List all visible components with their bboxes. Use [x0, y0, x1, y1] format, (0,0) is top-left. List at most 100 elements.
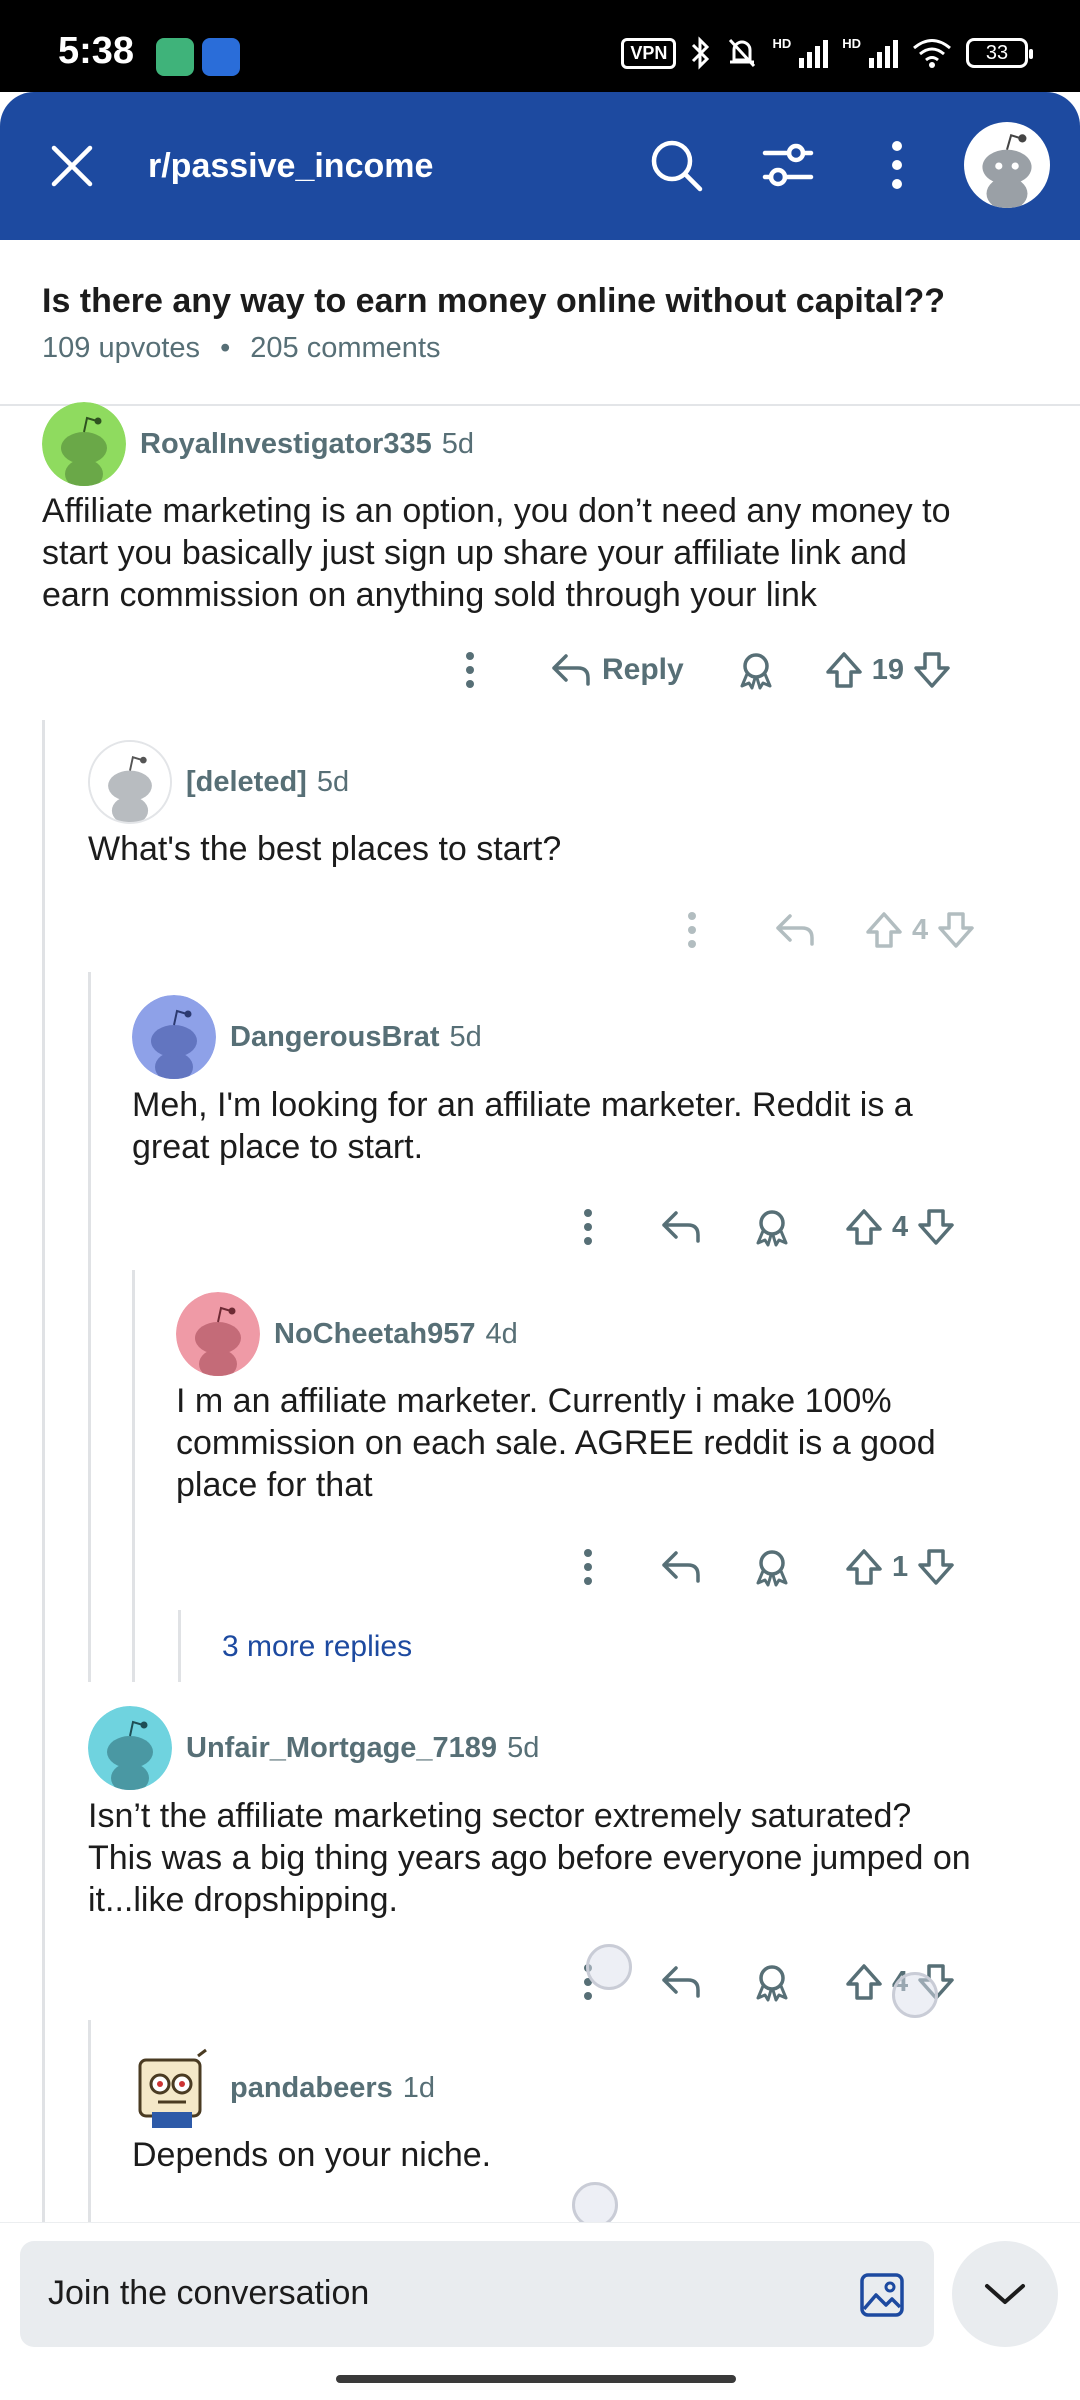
downvote-button[interactable] — [916, 1207, 956, 1247]
vote-count: 4 — [912, 913, 929, 946]
comment-username[interactable]: Unfair_Mortgage_7189 — [186, 1732, 497, 1765]
more-options-button[interactable] — [672, 910, 712, 950]
upvote-button[interactable] — [844, 1962, 884, 2002]
more-options-button[interactable] — [568, 1207, 608, 1247]
vpn-icon: VPN — [621, 37, 677, 69]
close-button[interactable] — [44, 138, 100, 194]
award-icon — [756, 1965, 788, 2002]
comment-line: great place to start. — [132, 1128, 424, 1166]
award-button[interactable] — [752, 1207, 792, 1247]
award-icon — [740, 653, 772, 690]
downvote-button[interactable] — [912, 650, 952, 690]
comment-age: 5d — [316, 765, 350, 798]
status-icons: VPN HD HD 33 — [621, 36, 1033, 70]
comment-input-placeholder: Join the conversation — [48, 2274, 370, 2312]
reply-button[interactable] — [660, 1209, 702, 1245]
comment-line: it...like dropshipping. — [88, 1881, 398, 1919]
user-avatar-button[interactable] — [964, 122, 1050, 208]
collapse-button[interactable] — [952, 2241, 1058, 2347]
signal-icon — [869, 38, 898, 68]
thread-line — [132, 1270, 135, 1682]
upvote-count: 109 upvotes — [42, 332, 201, 364]
search-icon — [651, 140, 703, 192]
comment-username[interactable]: RoyalInvestigator335 — [140, 428, 432, 461]
comment-username[interactable]: [deleted] — [186, 766, 307, 799]
signal-icon — [799, 38, 829, 68]
more-replies-link[interactable]: 3 more replies — [222, 1630, 412, 1664]
avatar[interactable] — [176, 1292, 260, 1376]
attach-image-button[interactable] — [858, 2271, 906, 2319]
avatar[interactable] — [132, 2046, 216, 2130]
comment-line: Affiliate marketing is an option, you do… — [42, 492, 951, 530]
reply-button[interactable] — [774, 912, 816, 948]
reply-label: Reply — [602, 653, 684, 686]
comment-header: pandabeers 1d — [132, 2046, 435, 2130]
comment-actions: 4 — [672, 910, 976, 950]
downvote-icon — [918, 1549, 954, 1585]
avatar[interactable] — [42, 402, 126, 486]
reply-icon — [776, 914, 814, 946]
reply-button[interactable] — [660, 1964, 702, 2000]
thread-line — [88, 2020, 91, 2222]
avatar-icon — [42, 402, 126, 486]
avatar[interactable] — [132, 995, 216, 1079]
chevron-down-icon — [985, 2284, 1025, 2304]
comment-line: commission on each sale. AGREE reddit is… — [176, 1424, 936, 1462]
award-button[interactable] — [736, 650, 776, 690]
reply-icon — [552, 654, 590, 686]
comment-username[interactable]: DangerousBrat — [230, 1021, 440, 1054]
comment-line: Depends on your niche. — [132, 2136, 492, 2174]
search-button[interactable] — [643, 132, 709, 198]
downvote-icon — [914, 652, 950, 688]
home-indicator[interactable] — [336, 2375, 736, 2383]
downvote-icon — [918, 1209, 954, 1245]
reply-button[interactable] — [660, 1549, 702, 1585]
thread-line — [178, 1610, 181, 1682]
close-icon — [51, 145, 93, 187]
avatar[interactable] — [88, 1706, 172, 1790]
comment-age: 5d — [449, 1020, 482, 1053]
upvote-button[interactable] — [844, 1547, 884, 1587]
comment-username[interactable]: NoCheetah957 — [274, 1318, 475, 1351]
comment-body: Meh, I'm looking for an affiliate market… — [132, 1084, 913, 1168]
downvote-button[interactable] — [936, 910, 976, 950]
more-vertical-icon — [584, 1549, 592, 1585]
avatar[interactable] — [88, 740, 172, 824]
bluetooth-icon — [692, 36, 710, 70]
comment-username[interactable]: pandabeers — [230, 2072, 393, 2105]
vote-count: 19 — [871, 653, 904, 686]
mute-bell-icon — [729, 38, 756, 68]
comment-age: 1d — [402, 2071, 436, 2104]
avatar-icon — [132, 995, 216, 1079]
comment-age: 4d — [485, 1317, 518, 1350]
thread-line — [42, 720, 45, 2222]
more-options-button[interactable] — [450, 650, 490, 690]
more-options-button[interactable] — [568, 1547, 608, 1587]
comment-actions: Reply 19 — [450, 650, 952, 690]
award-button[interactable] — [752, 1547, 792, 1587]
reply-button[interactable]: Reply — [550, 652, 684, 688]
downvote-button[interactable] — [916, 1547, 956, 1587]
comment-count: 205 comments — [250, 332, 441, 364]
avatar-icon — [176, 1292, 260, 1376]
post-title[interactable]: Is there any way to earn money online wi… — [42, 282, 945, 321]
upvote-button[interactable] — [864, 910, 904, 950]
subreddit-title[interactable]: r/passive_income — [148, 147, 433, 186]
reply-icon — [662, 1551, 700, 1583]
filter-button[interactable] — [754, 132, 820, 198]
upvote-button[interactable] — [824, 650, 864, 690]
avatar-icon — [138, 2048, 207, 2128]
more-vertical-icon — [584, 1209, 592, 1245]
avatar-icon — [90, 742, 170, 822]
comment-input[interactable]: Join the conversation — [20, 2241, 934, 2347]
comment-body: Affiliate marketing is an option, you do… — [42, 490, 951, 616]
battery-icon: 33 — [966, 38, 1033, 68]
upvote-button[interactable] — [844, 1207, 884, 1247]
post-meta: 109 upvotes • 205 comments — [42, 332, 441, 365]
award-button[interactable] — [752, 1962, 792, 2002]
avatar-icon — [88, 1706, 172, 1790]
reply-icon — [662, 1211, 700, 1243]
vote-count: 4 — [892, 1210, 909, 1243]
more-options-button[interactable] — [864, 132, 930, 198]
comment-body: Isn’t the affiliate marketing sector ext… — [88, 1795, 971, 1921]
